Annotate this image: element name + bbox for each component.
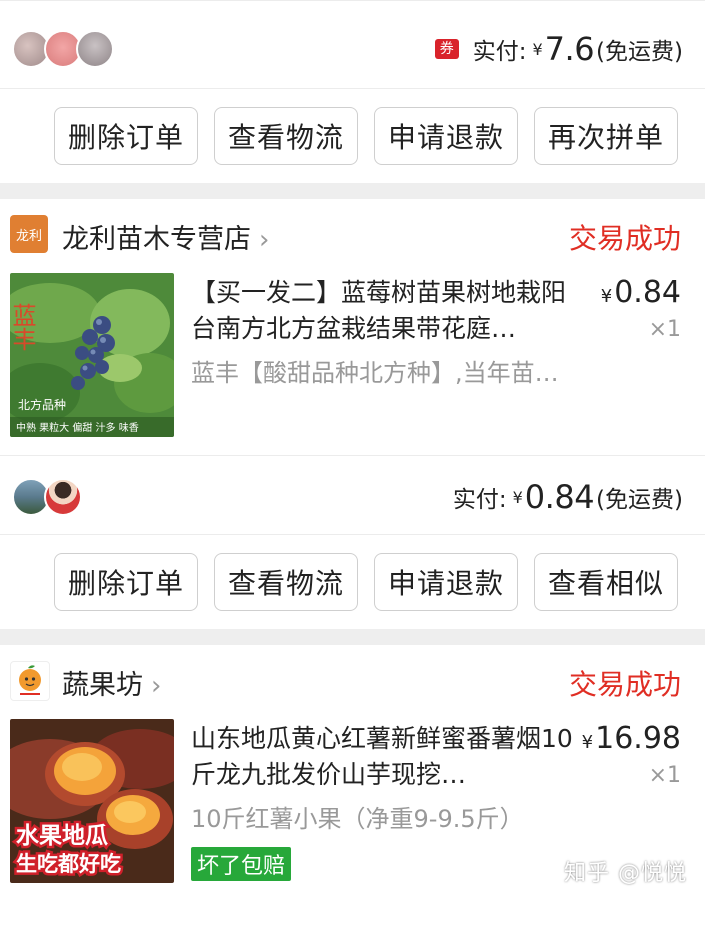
store-header: 蔬果坊 › 交易成功 — [0, 645, 705, 719]
shipping-note: (免运费) — [596, 39, 683, 65]
request-refund-button[interactable]: 申请退款 — [374, 553, 518, 611]
view-logistics-button[interactable]: 查看物流 — [214, 107, 358, 165]
order-card-3: 蔬果坊 › 交易成功 水果地瓜 生吃都好吃 山东地瓜黄心红薯新鲜蜜番薯烟10斤龙九… — [0, 645, 705, 933]
group-avatars[interactable] — [12, 478, 82, 516]
guarantee-badge: 坏了包赔 — [191, 847, 292, 881]
payment-summary: 券 实付: ¥ 7.6 (免运费) — [434, 30, 683, 68]
reorder-button[interactable]: 再次拼单 — [534, 107, 678, 165]
product-title: 【买一发二】蓝莓树苗果树地栽阳台南方北方盆栽结果带花庭… — [191, 278, 567, 343]
currency-symbol: ¥ — [532, 39, 543, 59]
pay-label: 实付: — [472, 39, 527, 65]
store-name: 蔬果坊 — [62, 670, 143, 701]
order-status: 交易成功 — [568, 668, 681, 701]
avatar — [44, 478, 82, 516]
thumb-overlay-sub: 北方品种 — [18, 397, 66, 412]
chevron-right-icon: › — [151, 671, 162, 701]
chevron-right-icon: › — [259, 225, 270, 255]
store-name: 龙利苗木专营店 — [62, 224, 251, 255]
order-status: 交易成功 — [568, 222, 681, 255]
product-quantity: ×1 — [648, 763, 681, 788]
pay-label: 实付: — [452, 487, 507, 513]
request-refund-button[interactable]: 申请退款 — [374, 107, 518, 165]
thumb-overlay-line2: 生吃都好吃 — [16, 852, 121, 876]
delete-order-button[interactable]: 删除订单 — [54, 107, 198, 165]
avatar — [76, 30, 114, 68]
blueberry-image: 蓝丰 北方品种 中熟 果粒大 偏甜 汁多 味香 — [10, 273, 174, 437]
store-logo[interactable]: 龙利 — [10, 215, 48, 253]
product-item[interactable]: 水果地瓜 生吃都好吃 山东地瓜黄心红薯新鲜蜜番薯烟10斤龙九批发价山芋现挖… 1… — [0, 719, 705, 919]
product-title: 山东地瓜黄心红薯新鲜蜜番薯烟10斤龙九批发价山芋现挖… — [191, 724, 573, 789]
product-thumbnail[interactable]: 水果地瓜 生吃都好吃 — [10, 719, 174, 883]
delete-order-button[interactable]: 删除订单 — [54, 553, 198, 611]
product-spec: 蓝丰【酸甜品种北方种】,当年苗… — [191, 359, 559, 387]
product-thumbnail[interactable]: 蓝丰 北方品种 中熟 果粒大 偏甜 汁多 味香 — [10, 273, 174, 437]
thumb-overlay-line1: 水果地瓜 — [16, 823, 108, 849]
group-avatars[interactable] — [12, 30, 114, 68]
store-name-link[interactable]: 龙利苗木专营店 › — [62, 217, 269, 256]
sweet-potato-image: 水果地瓜 生吃都好吃 — [10, 719, 174, 883]
action-buttons: 删除订单 查看物流 申请退款 再次拼单 — [0, 89, 705, 183]
view-logistics-button[interactable]: 查看物流 — [214, 553, 358, 611]
store-header: 龙利 龙利苗木专营店 › 交易成功 — [0, 199, 705, 273]
product-spec: 10斤红薯小果（净重9-9.5斤） — [191, 805, 524, 833]
order-card-2: 龙利 龙利苗木专营店 › 交易成功 蓝丰 北方品种 中熟 果粒大 偏甜 汁多 味… — [0, 199, 705, 629]
product-price: ¥0.84 — [600, 275, 681, 310]
thumb-overlay-title: 蓝丰 — [10, 303, 36, 351]
store-name-link[interactable]: 蔬果坊 › — [62, 663, 161, 702]
watermark: 知乎 @悦悦 — [564, 861, 687, 886]
thumb-overlay-tags: 中熟 果粒大 偏甜 汁多 味香 — [16, 421, 139, 434]
paid-amount: 0.84 — [524, 478, 595, 516]
payment-row: 券 实付: ¥ 7.6 (免运费) — [0, 0, 705, 89]
order-card-1: 券 实付: ¥ 7.6 (免运费) 删除订单 查看物流 申请退款 再次拼单 — [0, 0, 705, 183]
product-quantity: ×1 — [648, 317, 681, 342]
currency-symbol: ¥ — [512, 487, 523, 507]
product-price: ¥16.98 — [581, 721, 681, 756]
view-similar-button[interactable]: 查看相似 — [534, 553, 678, 611]
product-item[interactable]: 蓝丰 北方品种 中熟 果粒大 偏甜 汁多 味香 【买一发二】蓝莓树苗果树地栽阳台… — [0, 273, 705, 455]
payment-summary: 实付: ¥ 0.84 (免运费) — [453, 478, 683, 516]
action-buttons: 删除订单 查看物流 申请退款 查看相似 — [0, 535, 705, 629]
orange-mascot-icon — [19, 665, 41, 695]
coupon-icon: 券 — [434, 39, 459, 59]
shipping-note: (免运费) — [596, 487, 683, 513]
payment-row: 实付: ¥ 0.84 (免运费) — [0, 455, 705, 535]
paid-amount: 7.6 — [544, 30, 595, 68]
store-logo[interactable] — [10, 661, 50, 701]
